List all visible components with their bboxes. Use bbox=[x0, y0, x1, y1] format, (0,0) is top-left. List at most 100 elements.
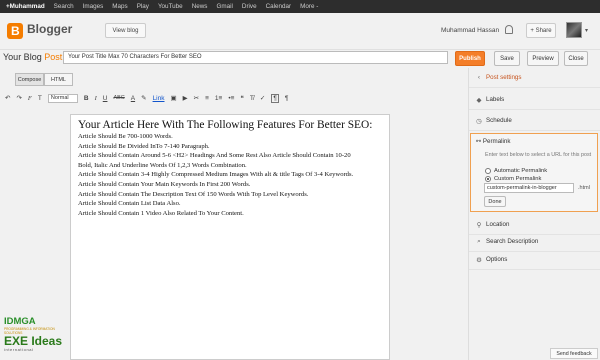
post-title-input[interactable]: Your Post Title Max 70 Characters For Be… bbox=[63, 51, 448, 64]
bold-button[interactable]: B bbox=[84, 95, 89, 102]
gbar-item-youtube[interactable]: YouTube bbox=[158, 3, 183, 10]
article-line: Article Should Be 700-1000 Words. bbox=[78, 133, 173, 140]
chevron-left-icon: ‹ bbox=[477, 74, 481, 81]
text-color-icon[interactable]: A bbox=[131, 95, 135, 102]
article-line: Article Should Contain Your Main Keyword… bbox=[78, 180, 251, 188]
editor-mode-tabs: Compose HTML bbox=[15, 73, 73, 86]
post-settings-heading[interactable]: ‹ Post settings bbox=[469, 68, 600, 88]
numbered-list-icon[interactable]: 1≡ bbox=[215, 95, 222, 102]
custom-permalink-radio[interactable]: Custom Permalink bbox=[485, 176, 541, 182]
preview-button[interactable]: Preview bbox=[527, 51, 559, 66]
permalink-hint: Enter text below to select a URL for thi… bbox=[485, 152, 592, 158]
underline-button[interactable]: U bbox=[103, 95, 108, 102]
post-settings-label: Post settings bbox=[486, 74, 522, 81]
post-settings-sidebar: ‹ Post settings ◆ Labels ◷ Schedule ⚲ Lo… bbox=[468, 68, 600, 360]
article-line: Article Should Contain 3-4 Highly Compre… bbox=[78, 171, 354, 179]
google-bar: +Muhammad Search Images Maps Play YouTub… bbox=[0, 0, 600, 13]
sidebar-item-search-description[interactable]: ⌕ Search Description bbox=[469, 232, 600, 252]
notification-bell-icon[interactable] bbox=[505, 25, 513, 34]
italic-button[interactable]: I bbox=[95, 95, 97, 102]
gbar-item-profile[interactable]: +Muhammad bbox=[6, 3, 45, 10]
link-button[interactable]: Link bbox=[153, 95, 165, 102]
spellcheck-icon[interactable]: ✓ bbox=[260, 94, 265, 102]
permalink-label: Permalink bbox=[482, 138, 511, 145]
jump-break-icon[interactable]: ✂ bbox=[194, 94, 199, 102]
send-feedback-button[interactable]: Send feedback bbox=[550, 348, 598, 359]
avatar[interactable] bbox=[566, 22, 582, 38]
gbar-item-more[interactable]: More - bbox=[300, 3, 318, 10]
publish-button[interactable]: Publish bbox=[455, 51, 485, 66]
radio-label: Automatic Permalink bbox=[494, 168, 548, 174]
tab-html[interactable]: HTML bbox=[44, 73, 73, 86]
article-line: Article Should Contain 1 Video Also Rela… bbox=[78, 209, 244, 217]
automatic-permalink-radio[interactable]: Automatic Permalink bbox=[485, 168, 547, 174]
sidebar-item-label: Search Description bbox=[486, 238, 539, 245]
avatar-caret-icon[interactable]: ▾ bbox=[585, 27, 588, 34]
article-line: Bold, Italic And Underline Words Of 1,2,… bbox=[78, 161, 247, 169]
ltr-icon[interactable]: ¶ bbox=[271, 93, 279, 103]
article-line: Article Should Contain Around 5-6 <H2> H… bbox=[78, 152, 351, 160]
location-pin-icon: ⚲ bbox=[476, 221, 482, 229]
sidebar-item-label: Location bbox=[486, 221, 510, 228]
gbar-item-play[interactable]: Play bbox=[137, 3, 149, 10]
user-name[interactable]: Muhammad Hassan bbox=[441, 27, 499, 34]
editor-toolbar: ↶ ↷ F T Normal B I U ABC A ✎ Link ▣ ▶ ✂ … bbox=[5, 91, 463, 105]
highlight-icon[interactable]: ✎ bbox=[141, 94, 146, 102]
logo-name: EXE Ideas bbox=[4, 334, 63, 348]
post-label: Post bbox=[44, 52, 63, 62]
search-icon: ⌕ bbox=[477, 237, 481, 245]
gbar-item-news[interactable]: News bbox=[192, 3, 208, 10]
rtl-icon[interactable]: ¶ bbox=[285, 95, 289, 102]
logo-top-text: IDMGA bbox=[4, 316, 36, 327]
article-line: Article Should Contain The Description T… bbox=[78, 190, 309, 198]
gbar-item-images[interactable]: Images bbox=[83, 3, 104, 10]
gbar-item-drive[interactable]: Drive bbox=[242, 3, 257, 10]
image-icon[interactable]: ▣ bbox=[171, 94, 177, 102]
gbar-item-gmail[interactable]: Gmail bbox=[216, 3, 232, 10]
clear-formatting-icon[interactable]: T̸ bbox=[250, 95, 254, 102]
done-button[interactable]: Done bbox=[484, 196, 506, 207]
view-blog-button[interactable]: View blog bbox=[105, 23, 146, 38]
blogger-header: Blogger View blog Muhammad Hassan + Shar… bbox=[0, 13, 600, 50]
radio-selected-icon bbox=[485, 176, 491, 182]
sidebar-item-options[interactable]: ⚙ Options bbox=[469, 250, 600, 270]
share-button[interactable]: + Share bbox=[526, 23, 556, 38]
gear-icon: ⚙ bbox=[476, 256, 482, 264]
align-icon[interactable]: ≡ bbox=[205, 95, 209, 102]
custom-permalink-input[interactable]: custom-permalink-in-blogger bbox=[484, 183, 574, 193]
brand-name[interactable]: Blogger bbox=[27, 22, 72, 36]
article-line: Article Should Contain List Data Also. bbox=[78, 200, 181, 208]
html-extension-label: .html bbox=[578, 185, 590, 191]
close-button[interactable]: Close bbox=[564, 51, 588, 66]
video-icon[interactable]: ▶ bbox=[183, 94, 188, 102]
clock-icon: ◷ bbox=[476, 117, 482, 125]
gbar-item-maps[interactable]: Maps bbox=[112, 3, 127, 10]
exe-ideas-logo: IDMGA PROGRAMMING & INFORMATION SOLUTION… bbox=[4, 317, 64, 357]
redo-icon[interactable]: ↷ bbox=[16, 94, 21, 102]
bulleted-list-icon[interactable]: •≡ bbox=[228, 95, 234, 102]
undo-icon[interactable]: ↶ bbox=[5, 94, 10, 102]
title-row: Your Blog Post Your Post Title Max 70 Ch… bbox=[0, 50, 600, 68]
permalink-title[interactable]: ⚯ Permalink bbox=[476, 138, 510, 145]
font-family-icon[interactable]: F bbox=[28, 95, 32, 102]
sidebar-item-label: Labels bbox=[486, 96, 505, 103]
post-body-editor[interactable]: Your Article Here With The Following Fea… bbox=[70, 114, 390, 360]
article-heading: Your Article Here With The Following Fea… bbox=[78, 119, 373, 131]
strikethrough-button[interactable]: ABC bbox=[113, 95, 124, 101]
font-size-icon[interactable]: T bbox=[38, 95, 42, 102]
quote-icon[interactable]: ❝ bbox=[240, 94, 244, 102]
label-tag-icon: ◆ bbox=[476, 96, 482, 104]
format-select[interactable]: Normal bbox=[47, 93, 78, 103]
blog-name-text: Your Blog bbox=[3, 52, 42, 62]
save-button[interactable]: Save bbox=[494, 51, 520, 66]
sidebar-item-schedule[interactable]: ◷ Schedule bbox=[469, 111, 600, 131]
radio-icon bbox=[485, 168, 491, 174]
gbar-item-calendar[interactable]: Calendar bbox=[266, 3, 292, 10]
sidebar-item-labels[interactable]: ◆ Labels bbox=[469, 90, 600, 110]
blogger-logo-icon[interactable] bbox=[7, 23, 23, 39]
tab-compose[interactable]: Compose bbox=[15, 73, 44, 86]
gbar-item-search[interactable]: Search bbox=[54, 3, 74, 10]
sidebar-item-label: Schedule bbox=[486, 117, 512, 124]
radio-label: Custom Permalink bbox=[494, 176, 542, 182]
blog-name: Your Blog Post bbox=[3, 52, 62, 62]
